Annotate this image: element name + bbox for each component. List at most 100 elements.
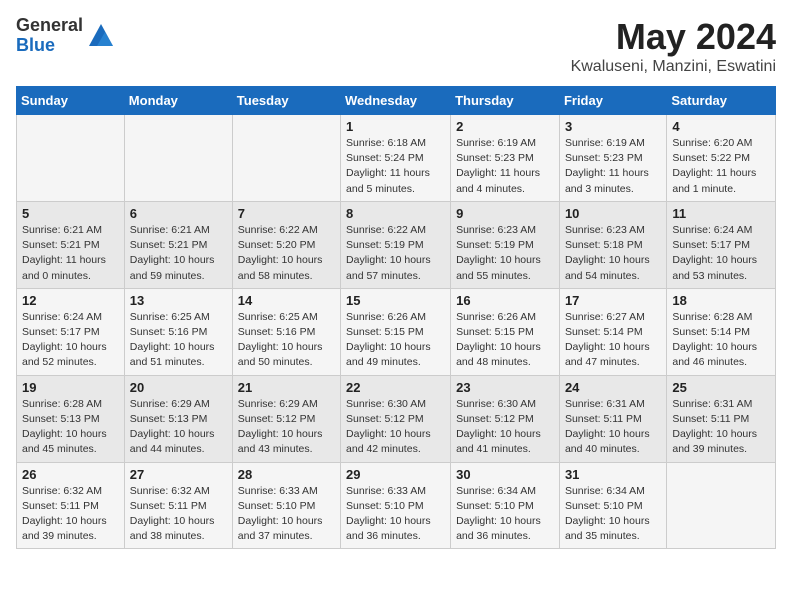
day-info: Sunrise: 6:29 AM Sunset: 5:12 PM Dayligh… bbox=[238, 397, 335, 458]
day-info: Sunrise: 6:33 AM Sunset: 5:10 PM Dayligh… bbox=[346, 484, 445, 545]
header-row: SundayMondayTuesdayWednesdayThursdayFrid… bbox=[17, 87, 776, 115]
day-number: 8 bbox=[346, 206, 445, 221]
day-info: Sunrise: 6:31 AM Sunset: 5:11 PM Dayligh… bbox=[672, 397, 770, 458]
day-number: 19 bbox=[22, 380, 119, 395]
day-info: Sunrise: 6:22 AM Sunset: 5:19 PM Dayligh… bbox=[346, 223, 445, 284]
day-number: 30 bbox=[456, 467, 554, 482]
day-cell: 23 Sunrise: 6:30 AM Sunset: 5:12 PM Dayli… bbox=[451, 375, 560, 462]
day-info: Sunrise: 6:34 AM Sunset: 5:10 PM Dayligh… bbox=[456, 484, 554, 545]
title-section: May 2024 Kwaluseni, Manzini, Eswatini bbox=[571, 16, 776, 76]
day-cell: 29Sunrise: 6:33 AM Sunset: 5:10 PM Dayli… bbox=[341, 462, 451, 549]
location: Kwaluseni, Manzini, Eswatini bbox=[571, 58, 776, 76]
logo-blue: Blue bbox=[16, 36, 83, 56]
day-number: 25 bbox=[672, 380, 770, 395]
day-info: Sunrise: 6:26 AM Sunset: 5:15 PM Dayligh… bbox=[346, 310, 445, 371]
day-cell bbox=[17, 115, 125, 202]
week-row-0: 1Sunrise: 6:18 AM Sunset: 5:24 PM Daylig… bbox=[17, 115, 776, 202]
day-info: Sunrise: 6:26 AM Sunset: 5:15 PM Dayligh… bbox=[456, 310, 554, 371]
day-number: 11 bbox=[672, 206, 770, 221]
day-number: 18 bbox=[672, 293, 770, 308]
day-number: 9 bbox=[456, 206, 554, 221]
day-info: Sunrise: 6:19 AM Sunset: 5:23 PM Dayligh… bbox=[456, 136, 554, 197]
week-row-4: 26 Sunrise: 6:32 AM Sunset: 5:11 PM Dayli… bbox=[17, 462, 776, 549]
day-info: Sunrise: 6:29 AM Sunset: 5:13 PM Dayligh… bbox=[130, 397, 227, 458]
day-cell: 20Sunrise: 6:29 AM Sunset: 5:13 PM Dayli… bbox=[124, 375, 232, 462]
day-cell bbox=[667, 462, 776, 549]
day-cell: 1Sunrise: 6:18 AM Sunset: 5:24 PM Daylig… bbox=[341, 115, 451, 202]
day-cell: 10 Sunrise: 6:23 AM Sunset: 5:18 PM Dayli… bbox=[559, 201, 666, 288]
day-number: 10 bbox=[565, 206, 661, 221]
logo-general: General bbox=[16, 16, 83, 36]
week-row-1: 5 Sunrise: 6:21 AM Sunset: 5:21 PM Daylig… bbox=[17, 201, 776, 288]
day-info: Sunrise: 6:30 AM Sunset: 5:12 PM Dayligh… bbox=[346, 397, 445, 458]
day-cell: 15 Sunrise: 6:26 AM Sunset: 5:15 PM Dayli… bbox=[341, 288, 451, 375]
day-cell: 18 Sunrise: 6:28 AM Sunset: 5:14 PM Dayli… bbox=[667, 288, 776, 375]
day-info: Sunrise: 6:28 AM Sunset: 5:13 PM Dayligh… bbox=[22, 397, 119, 458]
day-number: 22 bbox=[346, 380, 445, 395]
day-number: 28 bbox=[238, 467, 335, 482]
day-cell: 28 Sunrise: 6:33 AM Sunset: 5:10 PM Dayli… bbox=[232, 462, 340, 549]
calendar-header: SundayMondayTuesdayWednesdayThursdayFrid… bbox=[17, 87, 776, 115]
day-info: Sunrise: 6:25 AM Sunset: 5:16 PM Dayligh… bbox=[238, 310, 335, 371]
day-info: Sunrise: 6:32 AM Sunset: 5:11 PM Dayligh… bbox=[130, 484, 227, 545]
day-info: Sunrise: 6:28 AM Sunset: 5:14 PM Dayligh… bbox=[672, 310, 770, 371]
day-cell bbox=[124, 115, 232, 202]
day-number: 5 bbox=[22, 206, 119, 221]
day-info: Sunrise: 6:30 AM Sunset: 5:12 PM Dayligh… bbox=[456, 397, 554, 458]
day-number: 7 bbox=[238, 206, 335, 221]
day-info: Sunrise: 6:27 AM Sunset: 5:14 PM Dayligh… bbox=[565, 310, 661, 371]
logo-text: General Blue bbox=[16, 16, 83, 56]
day-cell: 6 Sunrise: 6:21 AM Sunset: 5:21 PM Daylig… bbox=[124, 201, 232, 288]
day-info: Sunrise: 6:19 AM Sunset: 5:23 PM Dayligh… bbox=[565, 136, 661, 197]
day-info: Sunrise: 6:33 AM Sunset: 5:10 PM Dayligh… bbox=[238, 484, 335, 545]
day-cell: 14 Sunrise: 6:25 AM Sunset: 5:16 PM Dayli… bbox=[232, 288, 340, 375]
day-number: 24 bbox=[565, 380, 661, 395]
header-cell-wednesday: Wednesday bbox=[341, 87, 451, 115]
week-row-3: 19 Sunrise: 6:28 AM Sunset: 5:13 PM Dayli… bbox=[17, 375, 776, 462]
week-row-2: 12 Sunrise: 6:24 AM Sunset: 5:17 PM Dayli… bbox=[17, 288, 776, 375]
day-cell: 25 Sunrise: 6:31 AM Sunset: 5:11 PM Dayli… bbox=[667, 375, 776, 462]
day-info: Sunrise: 6:24 AM Sunset: 5:17 PM Dayligh… bbox=[22, 310, 119, 371]
day-number: 2 bbox=[456, 119, 554, 134]
day-number: 13 bbox=[130, 293, 227, 308]
day-cell: 30 Sunrise: 6:34 AM Sunset: 5:10 PM Dayli… bbox=[451, 462, 560, 549]
calendar-body: 1Sunrise: 6:18 AM Sunset: 5:24 PM Daylig… bbox=[17, 115, 776, 549]
day-info: Sunrise: 6:23 AM Sunset: 5:19 PM Dayligh… bbox=[456, 223, 554, 284]
day-info: Sunrise: 6:25 AM Sunset: 5:16 PM Dayligh… bbox=[130, 310, 227, 371]
day-number: 26 bbox=[22, 467, 119, 482]
day-number: 31 bbox=[565, 467, 661, 482]
day-cell: 9 Sunrise: 6:23 AM Sunset: 5:19 PM Daylig… bbox=[451, 201, 560, 288]
day-number: 16 bbox=[456, 293, 554, 308]
day-cell: 12 Sunrise: 6:24 AM Sunset: 5:17 PM Dayli… bbox=[17, 288, 125, 375]
day-info: Sunrise: 6:24 AM Sunset: 5:17 PM Dayligh… bbox=[672, 223, 770, 284]
day-number: 27 bbox=[130, 467, 227, 482]
day-number: 12 bbox=[22, 293, 119, 308]
calendar: SundayMondayTuesdayWednesdayThursdayFrid… bbox=[16, 86, 776, 549]
header-cell-friday: Friday bbox=[559, 87, 666, 115]
day-number: 3 bbox=[565, 119, 661, 134]
day-cell bbox=[232, 115, 340, 202]
day-info: Sunrise: 6:21 AM Sunset: 5:21 PM Dayligh… bbox=[22, 223, 119, 284]
day-info: Sunrise: 6:23 AM Sunset: 5:18 PM Dayligh… bbox=[565, 223, 661, 284]
day-cell: 7 Sunrise: 6:22 AM Sunset: 5:20 PM Daylig… bbox=[232, 201, 340, 288]
logo-icon bbox=[87, 22, 115, 50]
header-cell-tuesday: Tuesday bbox=[232, 87, 340, 115]
day-number: 14 bbox=[238, 293, 335, 308]
day-number: 23 bbox=[456, 380, 554, 395]
day-cell: 24 Sunrise: 6:31 AM Sunset: 5:11 PM Dayli… bbox=[559, 375, 666, 462]
day-cell: 4Sunrise: 6:20 AM Sunset: 5:22 PM Daylig… bbox=[667, 115, 776, 202]
day-number: 6 bbox=[130, 206, 227, 221]
day-info: Sunrise: 6:21 AM Sunset: 5:21 PM Dayligh… bbox=[130, 223, 227, 284]
day-info: Sunrise: 6:31 AM Sunset: 5:11 PM Dayligh… bbox=[565, 397, 661, 458]
header-cell-monday: Monday bbox=[124, 87, 232, 115]
header-cell-thursday: Thursday bbox=[451, 87, 560, 115]
logo: General Blue bbox=[16, 16, 115, 56]
page-header: General Blue May 2024 Kwaluseni, Manzini… bbox=[16, 16, 776, 76]
day-number: 4 bbox=[672, 119, 770, 134]
header-cell-saturday: Saturday bbox=[667, 87, 776, 115]
day-cell: 16 Sunrise: 6:26 AM Sunset: 5:15 PM Dayli… bbox=[451, 288, 560, 375]
day-cell: 8 Sunrise: 6:22 AM Sunset: 5:19 PM Daylig… bbox=[341, 201, 451, 288]
day-number: 15 bbox=[346, 293, 445, 308]
day-cell: 17Sunrise: 6:27 AM Sunset: 5:14 PM Dayli… bbox=[559, 288, 666, 375]
day-info: Sunrise: 6:22 AM Sunset: 5:20 PM Dayligh… bbox=[238, 223, 335, 284]
